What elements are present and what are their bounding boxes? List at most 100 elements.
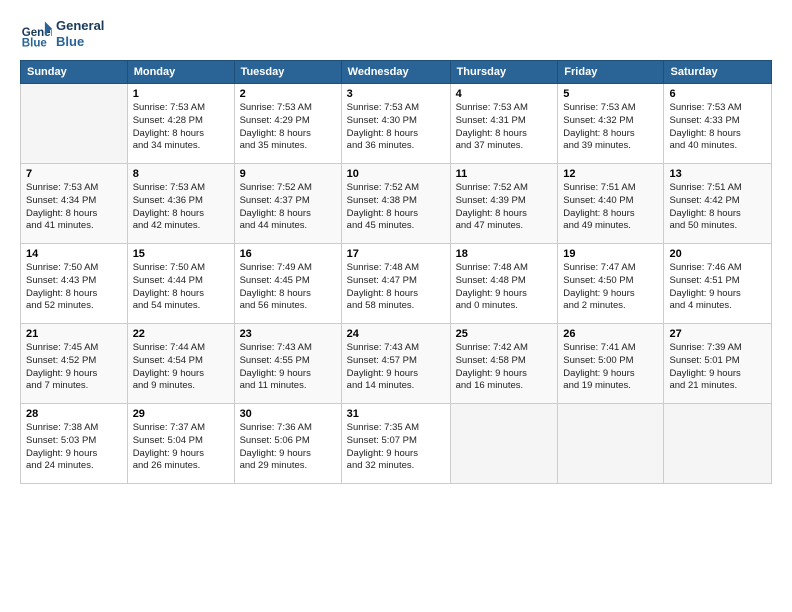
day-number: 19 xyxy=(563,248,658,260)
day-info: Sunrise: 7:51 AMSunset: 4:42 PMDaylight:… xyxy=(669,182,766,233)
weekday-header-wednesday: Wednesday xyxy=(341,61,450,84)
day-number: 11 xyxy=(456,168,553,180)
calendar-cell: 6 Sunrise: 7:53 AMSunset: 4:33 PMDaylight… xyxy=(664,84,772,164)
calendar-cell: 20 Sunrise: 7:46 AMSunset: 4:51 PMDayligh… xyxy=(664,244,772,324)
svg-text:Blue: Blue xyxy=(22,37,48,49)
calendar-cell: 10Sunrise: 7:52 AMSunset: 4:38 PMDayligh… xyxy=(341,164,450,244)
calendar-cell: 8Sunrise: 7:53 AMSunset: 4:36 PMDaylight… xyxy=(127,164,234,244)
day-number: 22 xyxy=(133,328,229,340)
weekday-header-friday: Friday xyxy=(558,61,664,84)
day-info: Sunrise: 7:42 AMSunset: 4:58 PMDaylight:… xyxy=(456,342,553,393)
day-info: Sunrise: 7:50 AMSunset: 4:44 PMDaylight:… xyxy=(133,262,229,313)
day-info: Sunrise: 7:48 AMSunset: 4:47 PMDaylight:… xyxy=(347,262,445,313)
day-number: 1 xyxy=(133,88,229,100)
calendar-cell: 14 Sunrise: 7:50 AMSunset: 4:43 PMDayligh… xyxy=(21,244,128,324)
calendar-cell xyxy=(21,84,128,164)
day-number: 18 xyxy=(456,248,553,260)
calendar-cell: 29Sunrise: 7:37 AMSunset: 5:04 PMDayligh… xyxy=(127,404,234,484)
weekday-header-monday: Monday xyxy=(127,61,234,84)
day-number: 16 xyxy=(240,248,336,260)
day-number: 29 xyxy=(133,408,229,420)
day-info: Sunrise: 7:38 AMSunset: 5:03 PMDaylight:… xyxy=(26,422,122,473)
day-number: 15 xyxy=(133,248,229,260)
calendar-cell: 24 Sunrise: 7:43 AMSunset: 4:57 PMDayligh… xyxy=(341,324,450,404)
calendar-cell xyxy=(450,404,558,484)
day-info: Sunrise: 7:53 AMSunset: 4:29 PMDaylight:… xyxy=(240,102,336,153)
day-info: Sunrise: 7:53 AMSunset: 4:32 PMDaylight:… xyxy=(563,102,658,153)
day-info: Sunrise: 7:43 AMSunset: 4:57 PMDaylight:… xyxy=(347,342,445,393)
day-number: 4 xyxy=(456,88,553,100)
day-number: 7 xyxy=(26,168,122,180)
day-number: 12 xyxy=(563,168,658,180)
day-number: 6 xyxy=(669,88,766,100)
calendar-cell: 23Sunrise: 7:43 AMSunset: 4:55 PMDayligh… xyxy=(234,324,341,404)
day-info: Sunrise: 7:52 AMSunset: 4:39 PMDaylight:… xyxy=(456,182,553,233)
calendar-cell xyxy=(558,404,664,484)
calendar-cell: 21 Sunrise: 7:45 AMSunset: 4:52 PMDayligh… xyxy=(21,324,128,404)
day-number: 13 xyxy=(669,168,766,180)
logo-icon: General Blue xyxy=(20,18,52,50)
day-info: Sunrise: 7:49 AMSunset: 4:45 PMDaylight:… xyxy=(240,262,336,313)
day-info: Sunrise: 7:46 AMSunset: 4:51 PMDaylight:… xyxy=(669,262,766,313)
calendar-cell: 18 Sunrise: 7:48 AMSunset: 4:48 PMDayligh… xyxy=(450,244,558,324)
week-row-1: 1Sunrise: 7:53 AMSunset: 4:28 PMDaylight… xyxy=(21,84,772,164)
calendar-cell: 27Sunrise: 7:39 AMSunset: 5:01 PMDayligh… xyxy=(664,324,772,404)
day-info: Sunrise: 7:53 AMSunset: 4:34 PMDaylight:… xyxy=(26,182,122,233)
day-number: 3 xyxy=(347,88,445,100)
calendar-table: SundayMondayTuesdayWednesdayThursdayFrid… xyxy=(20,60,772,484)
calendar-cell: 1Sunrise: 7:53 AMSunset: 4:28 PMDaylight… xyxy=(127,84,234,164)
logo: General Blue General Blue xyxy=(20,18,104,50)
day-number: 20 xyxy=(669,248,766,260)
calendar-cell: 25 Sunrise: 7:42 AMSunset: 4:58 PMDayligh… xyxy=(450,324,558,404)
calendar-cell: 30 Sunrise: 7:36 AMSunset: 5:06 PMDayligh… xyxy=(234,404,341,484)
day-number: 14 xyxy=(26,248,122,260)
day-info: Sunrise: 7:41 AMSunset: 5:00 PMDaylight:… xyxy=(563,342,658,393)
calendar-cell: 26 Sunrise: 7:41 AMSunset: 5:00 PMDayligh… xyxy=(558,324,664,404)
day-number: 25 xyxy=(456,328,553,340)
calendar-cell: 31 Sunrise: 7:35 AMSunset: 5:07 PMDayligh… xyxy=(341,404,450,484)
day-number: 26 xyxy=(563,328,658,340)
day-info: Sunrise: 7:52 AMSunset: 4:38 PMDaylight:… xyxy=(347,182,445,233)
day-info: Sunrise: 7:53 AMSunset: 4:36 PMDaylight:… xyxy=(133,182,229,233)
day-number: 27 xyxy=(669,328,766,340)
day-info: Sunrise: 7:48 AMSunset: 4:48 PMDaylight:… xyxy=(456,262,553,313)
calendar-cell: 13 Sunrise: 7:51 AMSunset: 4:42 PMDayligh… xyxy=(664,164,772,244)
calendar-cell: 22Sunrise: 7:44 AMSunset: 4:54 PMDayligh… xyxy=(127,324,234,404)
day-number: 30 xyxy=(240,408,336,420)
page: General Blue General Blue SundayMondayTu… xyxy=(0,0,792,612)
calendar-cell: 7 Sunrise: 7:53 AMSunset: 4:34 PMDaylight… xyxy=(21,164,128,244)
calendar-cell xyxy=(664,404,772,484)
calendar-cell: 2Sunrise: 7:53 AMSunset: 4:29 PMDaylight… xyxy=(234,84,341,164)
day-number: 23 xyxy=(240,328,336,340)
calendar-cell: 5Sunrise: 7:53 AMSunset: 4:32 PMDaylight… xyxy=(558,84,664,164)
header: General Blue General Blue xyxy=(20,18,772,50)
day-info: Sunrise: 7:53 AMSunset: 4:30 PMDaylight:… xyxy=(347,102,445,153)
weekday-header-row: SundayMondayTuesdayWednesdayThursdayFrid… xyxy=(21,61,772,84)
calendar-cell: 17 Sunrise: 7:48 AMSunset: 4:47 PMDayligh… xyxy=(341,244,450,324)
calendar-cell: 11 Sunrise: 7:52 AMSunset: 4:39 PMDayligh… xyxy=(450,164,558,244)
calendar-cell: 12 Sunrise: 7:51 AMSunset: 4:40 PMDayligh… xyxy=(558,164,664,244)
day-info: Sunrise: 7:51 AMSunset: 4:40 PMDaylight:… xyxy=(563,182,658,233)
day-info: Sunrise: 7:45 AMSunset: 4:52 PMDaylight:… xyxy=(26,342,122,393)
day-number: 17 xyxy=(347,248,445,260)
day-info: Sunrise: 7:35 AMSunset: 5:07 PMDaylight:… xyxy=(347,422,445,473)
day-number: 31 xyxy=(347,408,445,420)
logo-text-line1: General xyxy=(56,18,104,34)
day-number: 24 xyxy=(347,328,445,340)
week-row-4: 21 Sunrise: 7:45 AMSunset: 4:52 PMDayligh… xyxy=(21,324,772,404)
week-row-3: 14 Sunrise: 7:50 AMSunset: 4:43 PMDayligh… xyxy=(21,244,772,324)
day-number: 9 xyxy=(240,168,336,180)
day-number: 21 xyxy=(26,328,122,340)
day-info: Sunrise: 7:50 AMSunset: 4:43 PMDaylight:… xyxy=(26,262,122,313)
day-info: Sunrise: 7:36 AMSunset: 5:06 PMDaylight:… xyxy=(240,422,336,473)
day-info: Sunrise: 7:53 AMSunset: 4:31 PMDaylight:… xyxy=(456,102,553,153)
logo-text-line2: Blue xyxy=(56,34,104,50)
week-row-5: 28 Sunrise: 7:38 AMSunset: 5:03 PMDayligh… xyxy=(21,404,772,484)
weekday-header-tuesday: Tuesday xyxy=(234,61,341,84)
calendar-cell: 3 Sunrise: 7:53 AMSunset: 4:30 PMDaylight… xyxy=(341,84,450,164)
day-number: 28 xyxy=(26,408,122,420)
day-info: Sunrise: 7:53 AMSunset: 4:33 PMDaylight:… xyxy=(669,102,766,153)
weekday-header-thursday: Thursday xyxy=(450,61,558,84)
day-info: Sunrise: 7:52 AMSunset: 4:37 PMDaylight:… xyxy=(240,182,336,233)
calendar-cell: 9 Sunrise: 7:52 AMSunset: 4:37 PMDaylight… xyxy=(234,164,341,244)
